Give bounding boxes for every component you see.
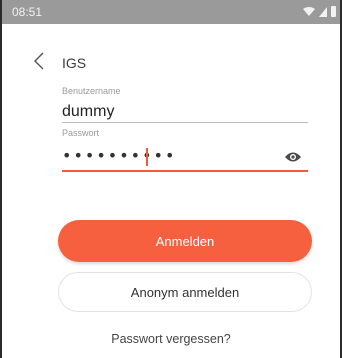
wifi-icon [303, 6, 315, 16]
status-bar: 08:51 [2, 0, 340, 24]
page-title: IGS [62, 55, 87, 71]
battery-icon [331, 6, 336, 17]
status-icons [303, 6, 336, 17]
anonymous-login-button[interactable]: Anonym anmelden [58, 272, 312, 312]
password-label: Passwort [62, 128, 100, 138]
toolbar: IGS [2, 44, 340, 78]
username-field[interactable] [62, 101, 308, 123]
app-screen: 08:51 IGS Benutzername Passwort ••••••••… [0, 0, 342, 358]
password-field[interactable]: •••••••••• [62, 144, 308, 172]
signal-icon [319, 6, 327, 17]
password-masked-value: •••••••••• [62, 146, 177, 165]
login-button[interactable]: Anmelden [58, 220, 312, 262]
username-label: Benutzername [62, 86, 121, 96]
chevron-left-icon[interactable] [28, 49, 52, 73]
forgot-password-link[interactable]: Passwort vergessen? [2, 332, 340, 346]
status-time: 08:51 [12, 5, 43, 19]
eye-icon[interactable] [284, 151, 302, 163]
text-cursor [146, 148, 148, 166]
